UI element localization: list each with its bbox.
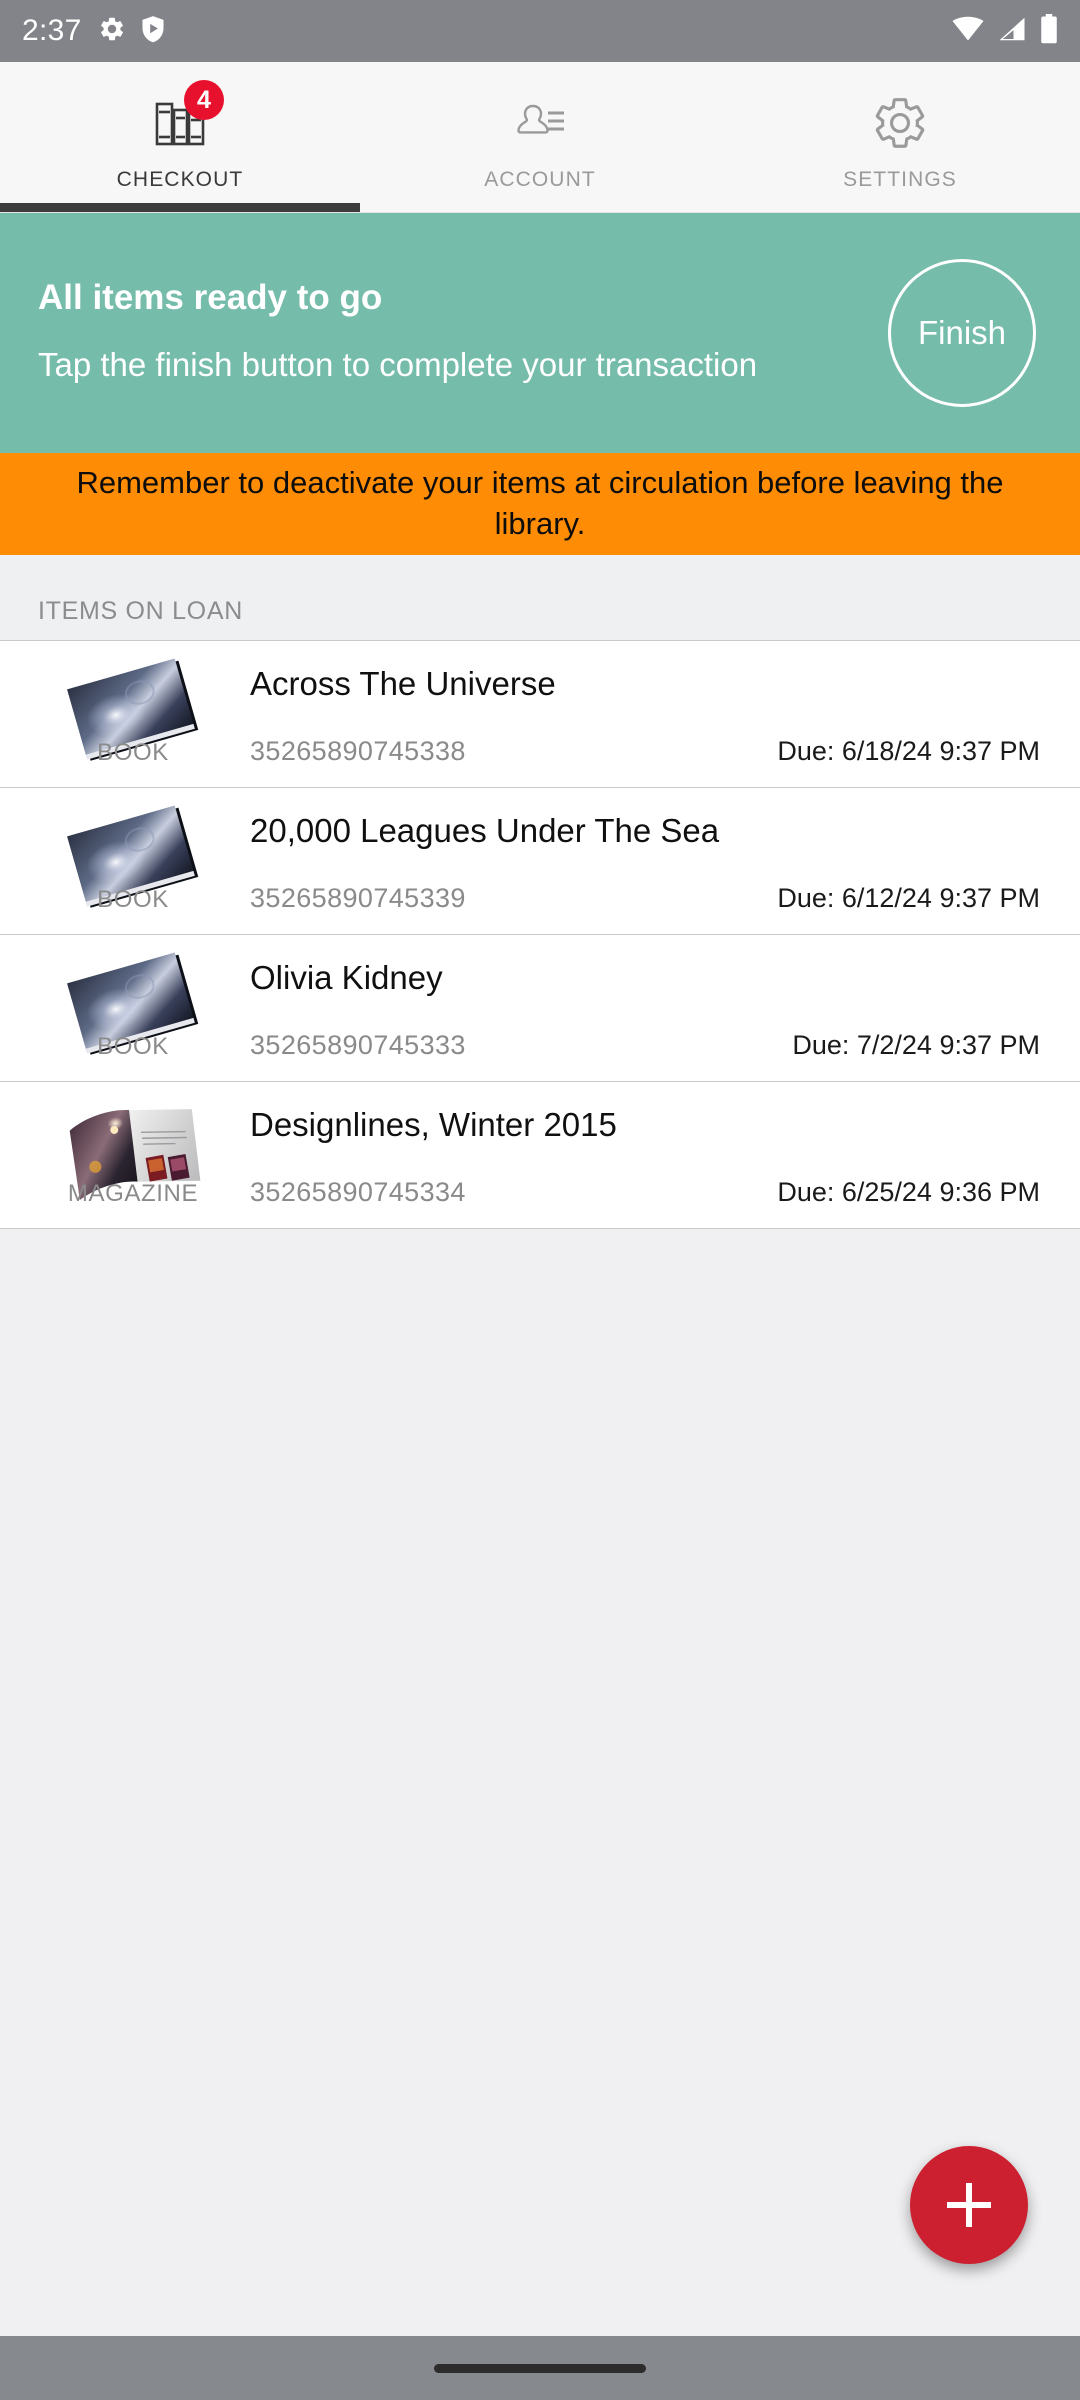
list-item[interactable]: 20,000 Leagues Under The Sea BOOK 352658…: [0, 788, 1080, 935]
deactivation-reminder-banner: Remember to deactivate your items at cir…: [0, 453, 1080, 555]
system-navigation-bar: [0, 2336, 1080, 2400]
checkout-status-text: All items ready to go Tap the finish but…: [38, 277, 888, 387]
item-due-date: Due: 6/25/24 9:36 PM: [777, 1177, 1040, 1207]
deactivation-reminder-text: Remember to deactivate your items at cir…: [76, 465, 1004, 541]
battery-icon: [1040, 13, 1058, 49]
status-bar: 2:37: [0, 0, 1080, 62]
item-barcode: 35265890745338: [250, 736, 466, 766]
item-title: Across The Universe: [250, 665, 556, 702]
items-on-loan-label: ITEMS ON LOAN: [38, 597, 243, 625]
checkout-status-title: All items ready to go: [38, 277, 383, 317]
list-item[interactable]: Olivia Kidney BOOK 35265890745333 Due: 7…: [0, 935, 1080, 1082]
finish-button[interactable]: Finish: [888, 259, 1036, 407]
status-bar-clock: 2:37: [22, 14, 82, 47]
item-title: Designlines, Winter 2015: [250, 1106, 617, 1143]
checkout-status-banner: All items ready to go Tap the finish but…: [0, 213, 1080, 453]
items-on-loan-list[interactable]: Across The Universe BOOK 35265890745338 …: [0, 641, 1080, 2336]
checkout-status-subtitle: Tap the finish button to complete your t…: [38, 346, 758, 384]
item-type: BOOK: [97, 886, 169, 913]
tab-checkout[interactable]: 4 CHECKOUT: [0, 62, 360, 212]
signal-icon: [997, 16, 1027, 47]
item-barcode: 35265890745333: [250, 1030, 466, 1060]
tab-account-label: ACCOUNT: [484, 168, 596, 191]
tab-account-icon-wrap: [509, 94, 571, 156]
item-barcode: 35265890745334: [250, 1177, 466, 1207]
status-bar-system-icons: [952, 13, 1058, 49]
app-screen: 2:37 4 CHECKOUT ACCOUNT SETTINGS All ite…: [0, 0, 1080, 2400]
tab-bar: 4 CHECKOUT ACCOUNT SETTINGS: [0, 62, 1080, 213]
checkout-count-badge: 4: [184, 80, 224, 120]
person-list-icon: [509, 92, 571, 159]
tab-checkout-label: CHECKOUT: [116, 168, 244, 191]
tab-settings[interactable]: SETTINGS: [720, 62, 1080, 212]
tab-settings-icon-wrap: [871, 94, 929, 156]
item-barcode: 35265890745339: [250, 883, 466, 913]
list-item[interactable]: Designlines, Winter 2015 MAGAZINE 352658…: [0, 1082, 1080, 1229]
item-title: 20,000 Leagues Under The Sea: [250, 812, 720, 849]
item-due-date: Due: 7/2/24 9:37 PM: [792, 1030, 1040, 1060]
list-item[interactable]: Across The Universe BOOK 35265890745338 …: [0, 641, 1080, 788]
gear-icon: [871, 94, 929, 157]
item-type: BOOK: [97, 739, 169, 766]
finish-button-label: Finish: [917, 314, 1007, 351]
tab-checkout-icon-wrap: 4: [149, 80, 224, 156]
item-due-date: Due: 6/12/24 9:37 PM: [777, 883, 1040, 913]
tab-account[interactable]: ACCOUNT: [360, 62, 720, 212]
wifi-icon: [952, 16, 984, 47]
home-pill-icon[interactable]: [434, 2363, 646, 2373]
status-bar-notification-icons: [98, 15, 166, 48]
play-shield-icon: [140, 15, 166, 48]
tab-active-indicator: [0, 203, 360, 212]
item-type: MAGAZINE: [67, 1180, 199, 1207]
items-on-loan-header: ITEMS ON LOAN: [0, 555, 1080, 641]
item-title: Olivia Kidney: [250, 959, 443, 996]
item-type: BOOK: [97, 1033, 169, 1060]
item-due-date: Due: 6/18/24 9:37 PM: [777, 736, 1040, 766]
gear-icon: [98, 15, 126, 48]
add-item-button[interactable]: [910, 2146, 1028, 2264]
tab-settings-label: SETTINGS: [843, 168, 957, 191]
plus-icon: [947, 2183, 991, 2227]
